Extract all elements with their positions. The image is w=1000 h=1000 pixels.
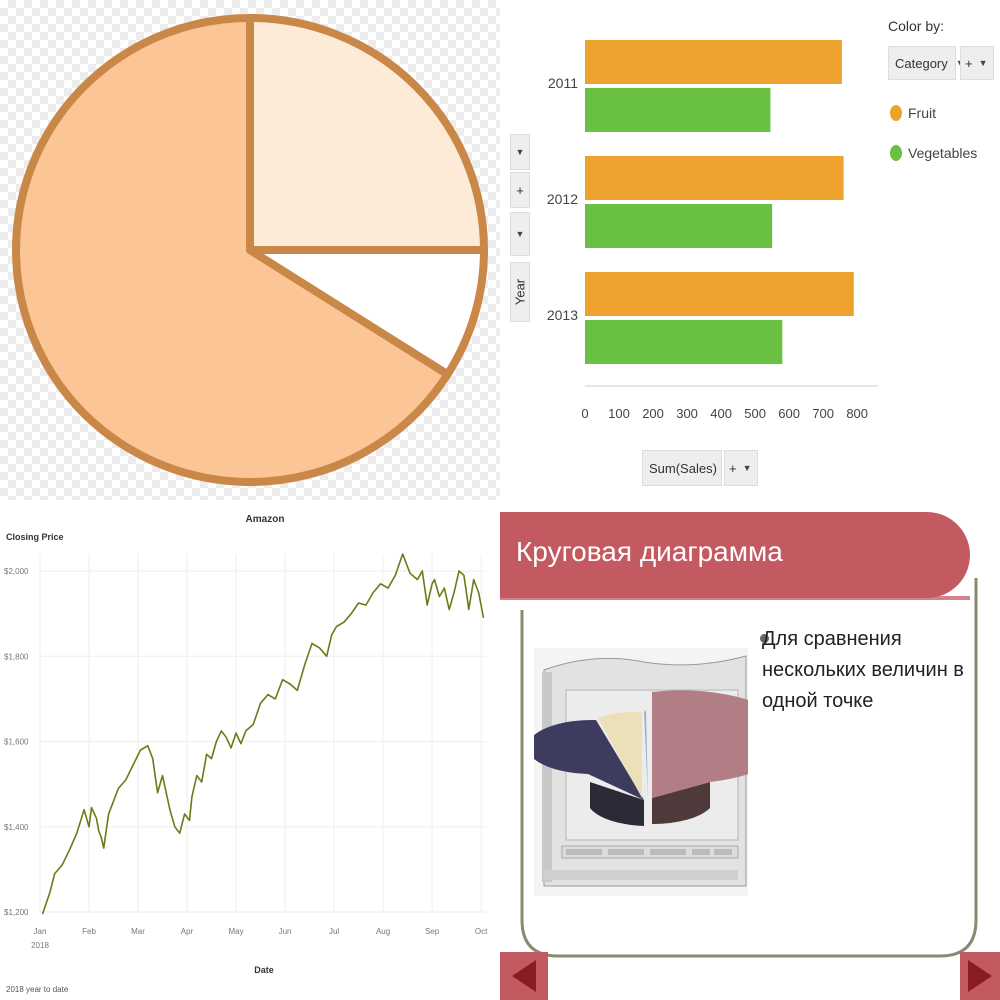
bar-vegetables-2012[interactable] — [585, 204, 773, 248]
chevron-down-icon: ▼ — [742, 463, 752, 473]
embedded-pie-chart-image — [534, 648, 748, 896]
line-chart-panel: Amazon Closing Price Date 2018 year to date… — [0, 500, 500, 1000]
arrow-left-icon — [512, 960, 536, 992]
slide-title: Круговая диаграмма — [516, 536, 783, 567]
y-axis-title-text: Year — [512, 278, 528, 306]
x-axis-title: Date — [254, 965, 274, 975]
x-tick-label: 500 — [744, 406, 766, 421]
image-legend-entry — [650, 849, 686, 855]
plus-icon: + — [965, 55, 973, 71]
legend-label-vegetables: Vegetables — [908, 145, 978, 161]
next-slide-button[interactable] — [960, 952, 1000, 1000]
y-tick-label: 2012 — [547, 191, 578, 207]
line-chart: Amazon Closing Price Date 2018 year to date… — [4, 514, 488, 994]
x-axis-add-button[interactable]: + ▼ — [724, 450, 758, 486]
previous-slide-button[interactable] — [500, 952, 548, 1000]
x-tick-label: Jul — [329, 927, 339, 936]
y-axis-title: Closing Price — [6, 532, 64, 542]
bar-fruit-2013[interactable] — [585, 272, 854, 316]
legend-swatch-vegetables — [890, 145, 902, 161]
x-tick-label: 0 — [581, 406, 588, 421]
plus-icon: + — [516, 182, 524, 198]
x-tick-label: Jan 2018 — [31, 927, 49, 950]
plus-icon: + — [729, 460, 737, 476]
series-line-0 — [41, 553, 485, 915]
y-tick-label: 2011 — [548, 75, 578, 91]
legend-label-fruit: Fruit — [908, 105, 936, 121]
x-tick-label: 800 — [846, 406, 868, 421]
y-tick-label: $1,800 — [4, 652, 29, 661]
slide-panel: Круговая диаграмма Для сравнения несколь… — [500, 500, 1000, 1000]
x-tick-label: Mar — [131, 927, 145, 936]
image-legend-entry — [608, 849, 644, 855]
x-tick-label: Feb — [82, 927, 96, 936]
pie-chart-panel — [0, 0, 500, 500]
x-tick-label: May — [228, 927, 243, 936]
image-legend-entry — [714, 849, 732, 855]
pie-slice-1 — [246, 14, 488, 254]
slide-bullet-text: Для сравнения нескольких величин в одной… — [762, 628, 964, 712]
color-by-value: Category — [895, 55, 948, 71]
image-legend-entry — [692, 849, 710, 855]
bar-fruit-2011[interactable] — [585, 40, 842, 84]
x-tick-label: 400 — [710, 406, 732, 421]
chart-footnote: 2018 year to date — [6, 985, 69, 994]
y-tick-label: $1,600 — [4, 738, 29, 747]
x-tick-label: Apr — [181, 927, 194, 936]
x-axis-title: Sum(Sales) — [649, 460, 717, 476]
x-tick-label: Sep — [425, 927, 440, 936]
x-tick-label: 200 — [642, 406, 664, 421]
image-status-bar — [544, 870, 738, 880]
add-color-by-button[interactable]: + ▼ — [960, 46, 994, 80]
y-tick-label: $2,000 — [4, 567, 29, 576]
x-tick-label: Oct — [475, 927, 488, 936]
y-tick-label: $1,400 — [4, 823, 29, 832]
color-by-dropdown[interactable]: Category ▼ — [888, 46, 965, 80]
x-tick-label: Jun — [279, 927, 292, 936]
bar-vegetables-2013[interactable] — [585, 320, 783, 364]
arrow-right-icon — [968, 960, 992, 992]
y-axis-dropdown-button[interactable]: ▼ — [510, 212, 530, 256]
legend-item-fruit[interactable]: Fruit — [890, 105, 936, 121]
y-tick-label: 2013 — [547, 307, 578, 323]
y-axis-title[interactable]: Year — [510, 262, 530, 322]
bar-vegetables-2011[interactable] — [585, 88, 771, 132]
image-legend-entry — [566, 849, 602, 855]
y-axis-add-button[interactable]: + — [510, 172, 530, 208]
legend-title: Color by: — [888, 18, 945, 34]
chevron-down-icon: ▼ — [978, 58, 988, 68]
legend-item-vegetables[interactable]: Vegetables — [890, 145, 977, 161]
legend-swatch-fruit — [890, 105, 902, 121]
y-tick-label: $1,200 — [4, 908, 29, 917]
image-sidebar — [542, 672, 552, 882]
bar-fruit-2012[interactable] — [585, 156, 844, 200]
x-axis-dropdown[interactable]: Sum(Sales) ▼ — [642, 450, 734, 486]
y-axis-menu-button[interactable]: ▼ — [510, 134, 530, 170]
x-tick-label: 100 — [608, 406, 630, 421]
x-tick-label: 700 — [812, 406, 834, 421]
x-tick-label: 300 — [676, 406, 698, 421]
x-tick-label: 600 — [778, 406, 800, 421]
pie-chart — [12, 14, 488, 486]
chart-title: Amazon — [246, 514, 285, 525]
bar-chart-panel: 0 100 200 300 400 500 600 700 800 2011 2012 2013 Co… — [500, 0, 1000, 500]
chevron-down-icon: ▼ — [515, 147, 525, 157]
x-tick-label: Aug — [376, 927, 390, 936]
chevron-down-icon: ▼ — [515, 229, 525, 239]
